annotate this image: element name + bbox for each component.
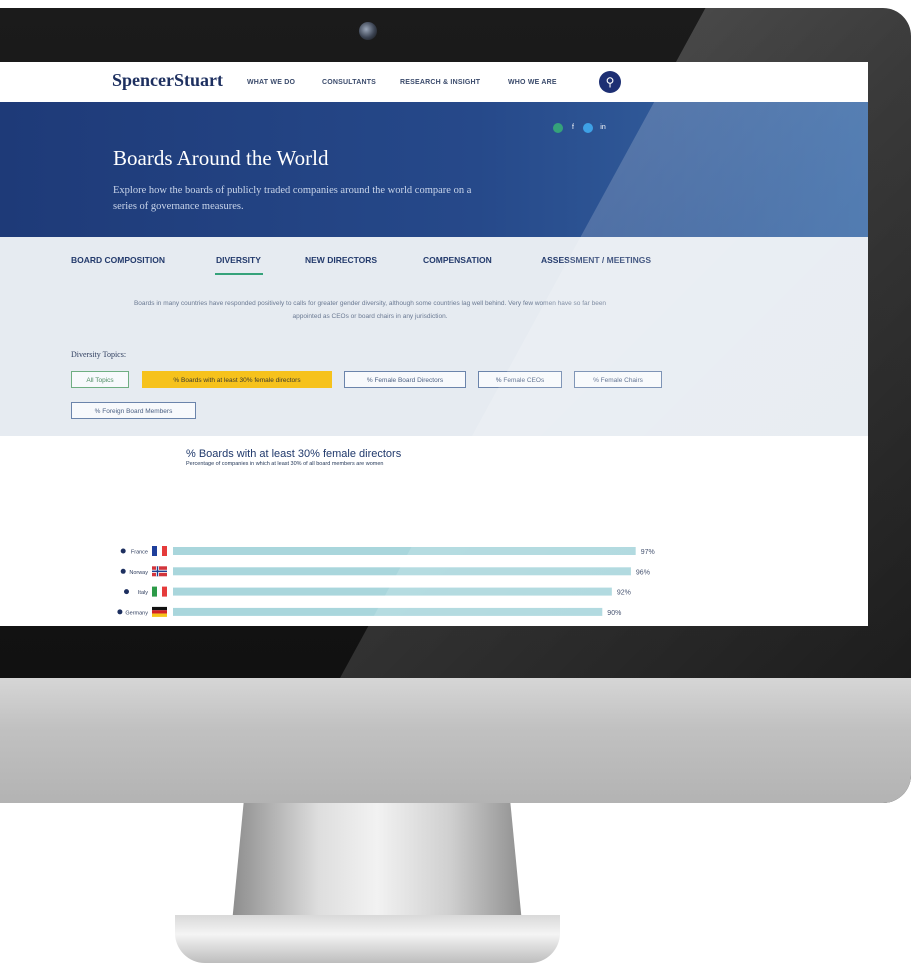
country-label: France (131, 550, 148, 556)
france-flag-icon (162, 546, 167, 556)
topic-female-chairs-button[interactable]: % Female Chairs (574, 371, 662, 388)
norway-flag-icon (152, 570, 167, 572)
monitor-stand (232, 803, 522, 923)
bar (173, 607, 603, 616)
topic-all-topics-button[interactable]: All Topics (71, 371, 129, 388)
page-title: Boards Around the World (113, 146, 329, 170)
country-label: Italy (138, 590, 148, 596)
italy-flag-icon (162, 586, 167, 597)
france-flag-icon (157, 546, 162, 556)
country-marker (120, 568, 126, 574)
webcam-icon (359, 22, 377, 40)
bar (173, 547, 636, 555)
topic-foreign-members-button[interactable]: % Foreign Board Members (71, 402, 196, 419)
tab-board-composition[interactable]: BOARD COMPOSITION (71, 255, 165, 265)
country-marker (117, 609, 123, 615)
linkedin-icon[interactable]: in (598, 123, 608, 133)
monitor-chin (0, 678, 911, 803)
nav-item-who-we-are[interactable]: WHO WE ARE (508, 79, 557, 86)
bar-value-label: 92% (617, 590, 631, 597)
topic-female-ceos-button[interactable]: % Female CEOs (478, 371, 562, 388)
search-icon[interactable]: ⚲ (599, 71, 621, 93)
topic-boards-30-female-button[interactable]: % Boards with at least 30% female direct… (142, 371, 332, 388)
bar-value-label: 90% (607, 610, 621, 617)
tab-diversity[interactable]: DIVERSITY (216, 255, 261, 265)
spencerstuart-logo[interactable]: SpencerStuart (112, 70, 223, 91)
france-flag-icon (152, 546, 157, 556)
active-tab-indicator (215, 273, 263, 275)
nav-item-research-insight[interactable]: RESEARCH & INSIGHT (400, 79, 480, 86)
italy-flag-icon (157, 586, 162, 597)
chart-area: % Boards with at least 30% female direct… (0, 436, 868, 626)
tab-assessment-meetings[interactable]: ASSESSMENT / MEETINGS (541, 255, 651, 265)
screen: SpencerStuart WHAT WE DO CONSULTANTS RES… (0, 62, 868, 626)
country-marker (124, 589, 129, 595)
topics-label: Diversity Topics: (71, 350, 127, 359)
nav-item-what-we-do[interactable]: WHAT WE DO (247, 79, 295, 86)
country-marker (120, 548, 126, 554)
monitor-stand-base (175, 915, 560, 963)
germany-flag-icon (152, 610, 167, 614)
germany-flag-icon (152, 613, 167, 617)
nav-item-consultants[interactable]: CONSULTANTS (322, 79, 376, 86)
bar-value-label: 97% (641, 549, 655, 556)
bar-chart: 97%France96%Norway92%Italy90%Germany80%S… (117, 546, 655, 617)
facebook-icon[interactable]: f (568, 123, 578, 133)
country-label: Norway (129, 570, 148, 576)
bar (173, 587, 612, 596)
tab-compensation[interactable]: COMPENSATION (423, 255, 492, 265)
diversity-panel: BOARD COMPOSITION DIVERSITY NEW DIRECTOR… (0, 237, 868, 436)
germany-flag-icon (152, 606, 167, 611)
top-navigation: SpencerStuart WHAT WE DO CONSULTANTS RES… (0, 62, 868, 102)
hero-banner: f in Boards Around the World Explore how… (0, 102, 868, 237)
twitter-icon[interactable] (583, 123, 593, 133)
intro-text: Boards in many countries have responded … (133, 300, 607, 320)
italy-flag-icon (152, 586, 157, 597)
page-subtitle: Explore how the boards of publicly trade… (113, 185, 472, 212)
topic-female-directors-button[interactable]: % Female Board Directors (344, 371, 466, 388)
tab-new-directors[interactable]: NEW DIRECTORS (305, 255, 377, 265)
share-icon[interactable] (553, 123, 563, 133)
norway-flag-icon (156, 566, 159, 577)
bar (173, 567, 631, 576)
bar-value-label: 96% (636, 569, 650, 576)
country-label: Germany (125, 610, 148, 616)
